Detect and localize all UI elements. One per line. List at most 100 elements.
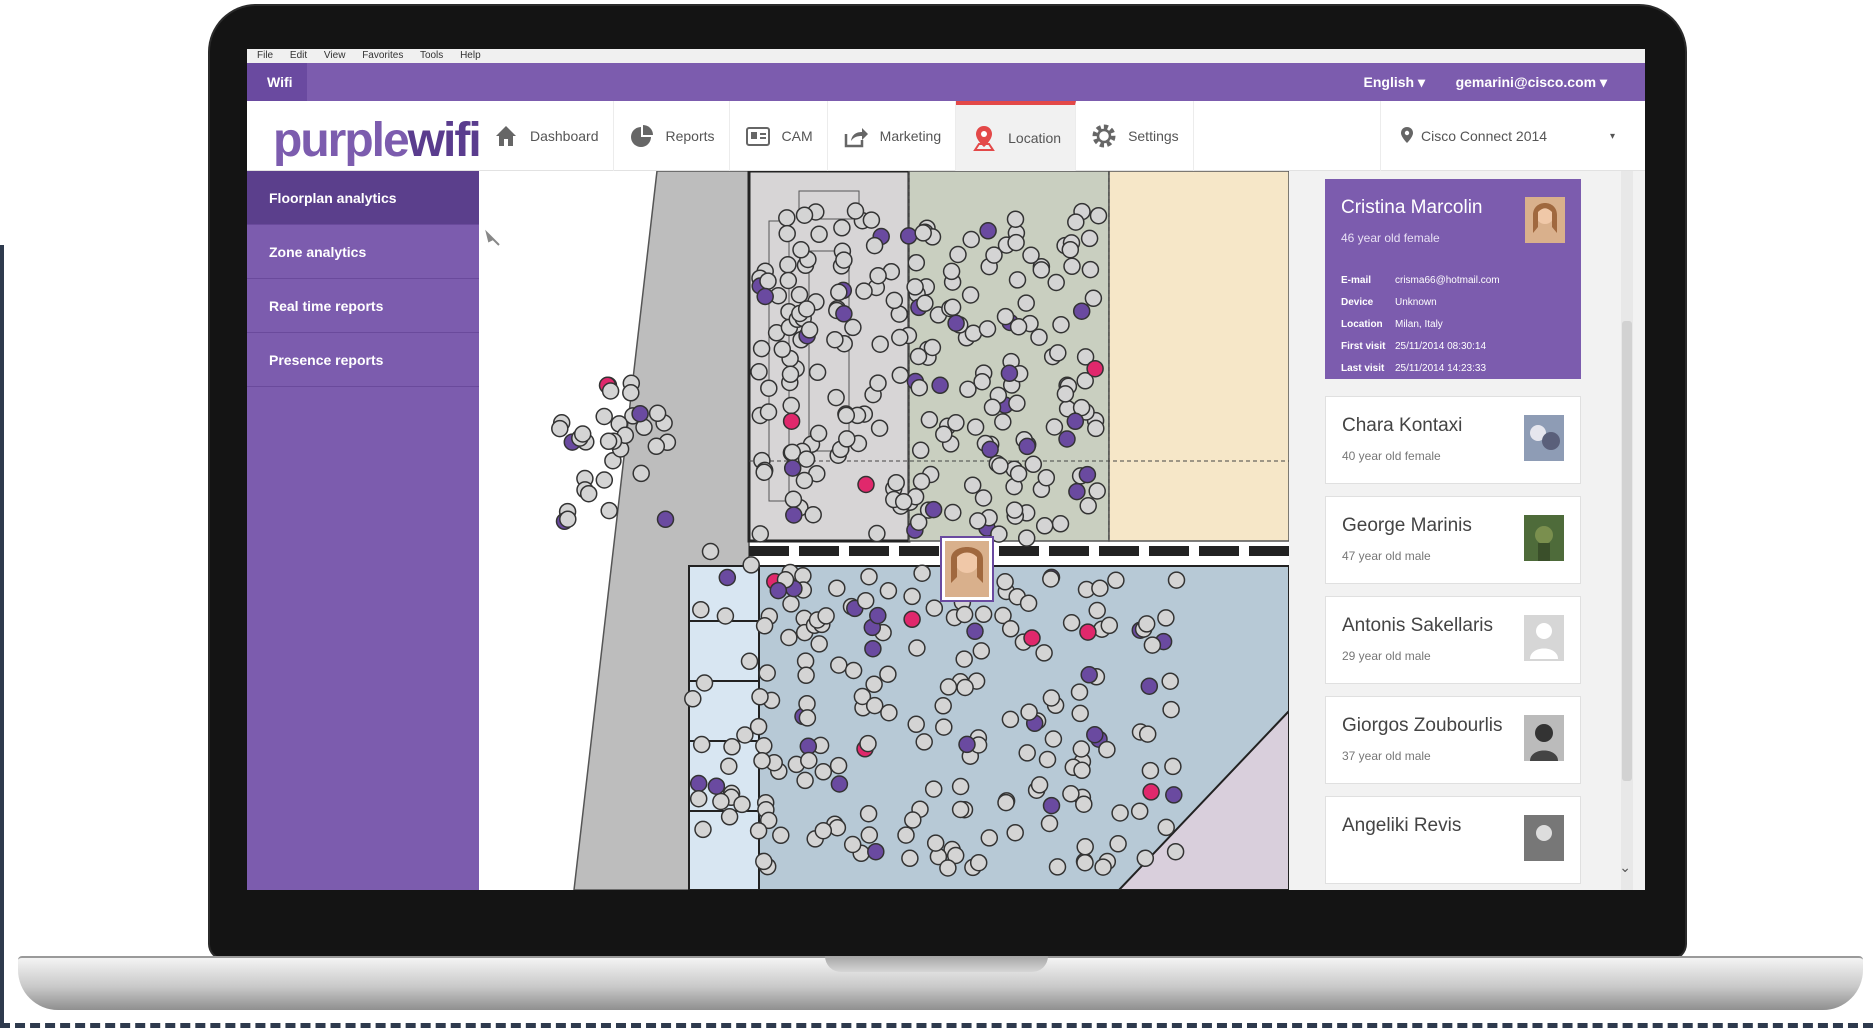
visitor-marker[interactable] (648, 404, 667, 423)
visitor-marker[interactable] (906, 278, 924, 296)
visitor-marker[interactable] (740, 652, 759, 671)
visitor-marker[interactable] (798, 709, 817, 727)
visitor-marker[interactable] (795, 206, 814, 224)
visitor-marker[interactable] (1040, 814, 1059, 833)
visitor-marker[interactable] (939, 678, 958, 696)
returning-marker[interactable] (899, 227, 918, 245)
visitor-marker[interactable] (897, 826, 915, 844)
returning-marker[interactable] (924, 500, 943, 519)
visitor-marker[interactable] (720, 757, 738, 775)
visitor-marker[interactable] (1072, 740, 1091, 758)
returning-marker[interactable] (707, 777, 726, 795)
visitor-marker[interactable] (908, 639, 926, 657)
visitor-marker[interactable] (1087, 419, 1105, 438)
visitor-marker[interactable] (1088, 482, 1106, 500)
visitor-marker[interactable] (843, 835, 862, 854)
visitor-marker[interactable] (782, 595, 800, 613)
visitor-marker[interactable] (859, 804, 878, 823)
visitor-marker[interactable] (751, 525, 770, 543)
visitor-marker[interactable] (800, 751, 818, 770)
visitor-marker[interactable] (1084, 289, 1103, 308)
visitor-marker[interactable] (920, 411, 939, 429)
visitor-marker[interactable] (833, 219, 851, 237)
returning-marker[interactable] (1165, 786, 1183, 804)
visitor-marker[interactable] (755, 617, 774, 635)
visitor-marker[interactable] (817, 607, 835, 625)
visitor-marker[interactable] (974, 605, 993, 624)
visitor-marker[interactable] (684, 690, 702, 708)
highlight-marker[interactable] (1086, 359, 1104, 378)
visitor-marker[interactable] (951, 800, 970, 819)
visitor-marker[interactable] (1088, 601, 1106, 620)
visitor-marker[interactable] (1098, 740, 1116, 759)
sidebar-item-zone-analytics[interactable]: Zone analytics (247, 225, 479, 279)
visitor-marker[interactable] (901, 849, 919, 868)
visitor-marker[interactable] (962, 230, 980, 249)
visitor-marker[interactable] (752, 339, 771, 358)
highlight-marker[interactable] (1079, 623, 1097, 641)
visitor-marker[interactable] (579, 484, 598, 503)
returning-marker[interactable] (783, 459, 802, 477)
visitor-marker[interactable] (632, 464, 650, 483)
visitor-marker[interactable] (1073, 761, 1091, 780)
visitor-marker[interactable] (879, 665, 897, 683)
visitor-marker[interactable] (855, 282, 873, 300)
visitor-marker[interactable] (955, 650, 973, 668)
visitor-marker[interactable] (712, 792, 730, 811)
visitor-marker[interactable] (804, 505, 822, 524)
visitor-marker[interactable] (830, 656, 848, 674)
visitor-marker[interactable] (828, 579, 846, 597)
visitor-marker[interactable] (835, 251, 853, 269)
returning-marker[interactable] (656, 510, 675, 529)
visitor-marker[interactable] (996, 307, 1015, 326)
visitor-marker[interactable] (915, 733, 933, 751)
visitor-marker[interactable] (808, 363, 827, 382)
nav-reports[interactable]: Reports (614, 101, 730, 171)
visitor-marker[interactable] (868, 524, 886, 543)
visitor-marker[interactable] (759, 272, 777, 290)
visitor-marker[interactable] (797, 450, 816, 468)
visitor-marker[interactable] (837, 406, 856, 425)
visitor-marker[interactable] (991, 457, 1009, 475)
menu-favorites[interactable]: Favorites (362, 50, 403, 61)
visitor-marker[interactable] (966, 418, 985, 436)
visitor-marker[interactable] (1001, 620, 1020, 638)
visitor-marker[interactable] (826, 330, 844, 349)
visitor-marker[interactable] (1052, 315, 1070, 334)
visitor-marker[interactable] (749, 717, 768, 736)
visitor-marker[interactable] (779, 271, 798, 290)
visitor-marker[interactable] (810, 225, 828, 244)
person-card[interactable]: Chara Kontaxi 40 year old female (1325, 396, 1581, 484)
visitor-marker[interactable] (925, 599, 944, 617)
visitor-marker[interactable] (1162, 700, 1180, 719)
visitor-marker[interactable] (751, 688, 769, 706)
visitor-marker[interactable] (1157, 818, 1175, 837)
person-card[interactable]: Angeliki Revis (1325, 796, 1581, 884)
menu-view[interactable]: View (324, 50, 346, 61)
floorplan-map[interactable] (479, 171, 1289, 890)
visitor-marker[interactable] (949, 245, 967, 264)
visitor-marker[interactable] (559, 510, 577, 528)
visitor-marker[interactable] (891, 328, 909, 347)
visitor-marker[interactable] (1032, 261, 1051, 279)
visitor-marker[interactable] (1008, 394, 1026, 413)
visitor-marker[interactable] (830, 283, 848, 302)
visitor-marker[interactable] (829, 756, 848, 775)
visitor-marker[interactable] (911, 441, 930, 460)
returning-marker[interactable] (1072, 302, 1091, 320)
visitor-marker[interactable] (1109, 835, 1127, 853)
returning-marker[interactable] (1018, 437, 1036, 456)
visitor-marker[interactable] (1166, 842, 1185, 861)
visitor-marker[interactable] (1071, 704, 1089, 723)
returning-marker[interactable] (1078, 465, 1097, 484)
visitor-marker[interactable] (814, 821, 833, 840)
visitor-marker[interactable] (692, 735, 711, 754)
visitor-marker[interactable] (903, 587, 921, 606)
menu-edit[interactable]: Edit (290, 50, 307, 61)
visitor-marker[interactable] (778, 224, 796, 243)
sidebar-item-floorplan-analytics[interactable]: Floorplan analytics (247, 171, 479, 225)
visitor-marker[interactable] (894, 492, 913, 511)
visitor-marker[interactable] (1042, 689, 1061, 707)
visitor-marker[interactable] (1157, 609, 1175, 627)
returning-marker[interactable] (981, 440, 999, 459)
